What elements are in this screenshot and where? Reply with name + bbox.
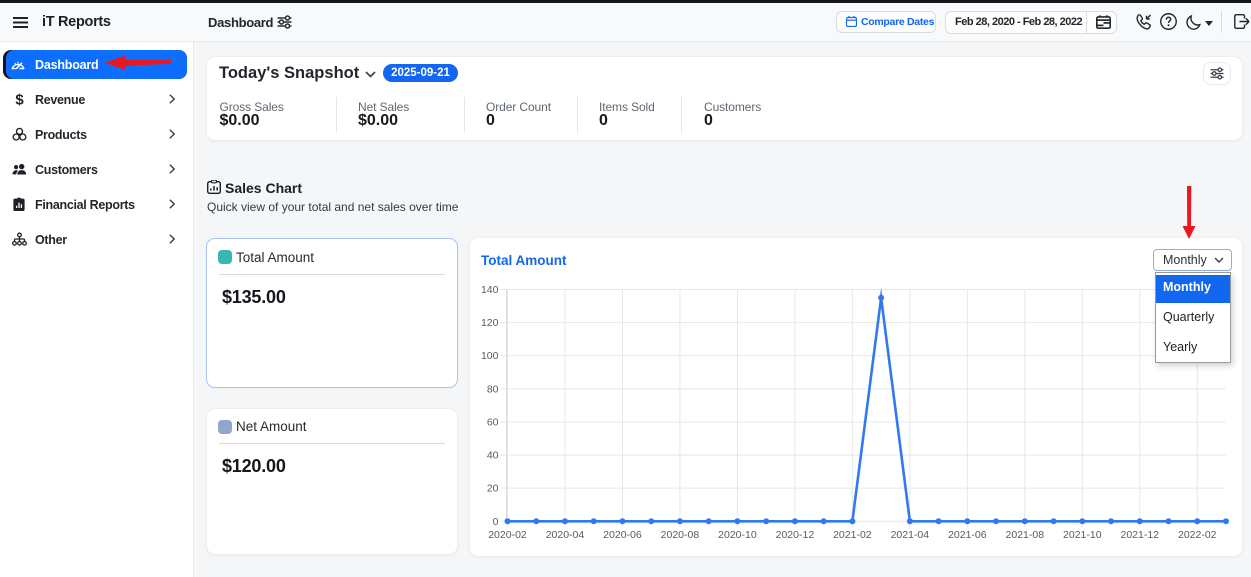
- svg-text:20: 20: [487, 483, 499, 495]
- svg-text:100: 100: [481, 350, 499, 362]
- svg-text:120: 120: [481, 317, 499, 329]
- svg-text:$: $: [15, 92, 24, 107]
- svg-text:40: 40: [487, 450, 499, 462]
- svg-text:80: 80: [487, 383, 499, 395]
- svg-text:2020-12: 2020-12: [776, 529, 815, 541]
- svg-text:2020-08: 2020-08: [661, 529, 700, 541]
- svg-text:2021-12: 2021-12: [1121, 529, 1160, 541]
- svg-text:2020-04: 2020-04: [546, 529, 585, 541]
- svg-text:2022-02: 2022-02: [1178, 529, 1217, 541]
- svg-text:2021-08: 2021-08: [1006, 529, 1045, 541]
- svg-text:2021-10: 2021-10: [1063, 529, 1102, 541]
- svg-text:2021-02: 2021-02: [833, 529, 872, 541]
- svg-text:0: 0: [493, 516, 499, 528]
- svg-text:60: 60: [487, 416, 499, 428]
- svg-text:2021-06: 2021-06: [948, 529, 987, 541]
- svg-text:2020-06: 2020-06: [603, 529, 642, 541]
- svg-text:2020-10: 2020-10: [718, 529, 757, 541]
- svg-text:2021-04: 2021-04: [891, 529, 930, 541]
- svg-text:2020-02: 2020-02: [488, 529, 527, 541]
- svg-text:140: 140: [481, 284, 499, 296]
